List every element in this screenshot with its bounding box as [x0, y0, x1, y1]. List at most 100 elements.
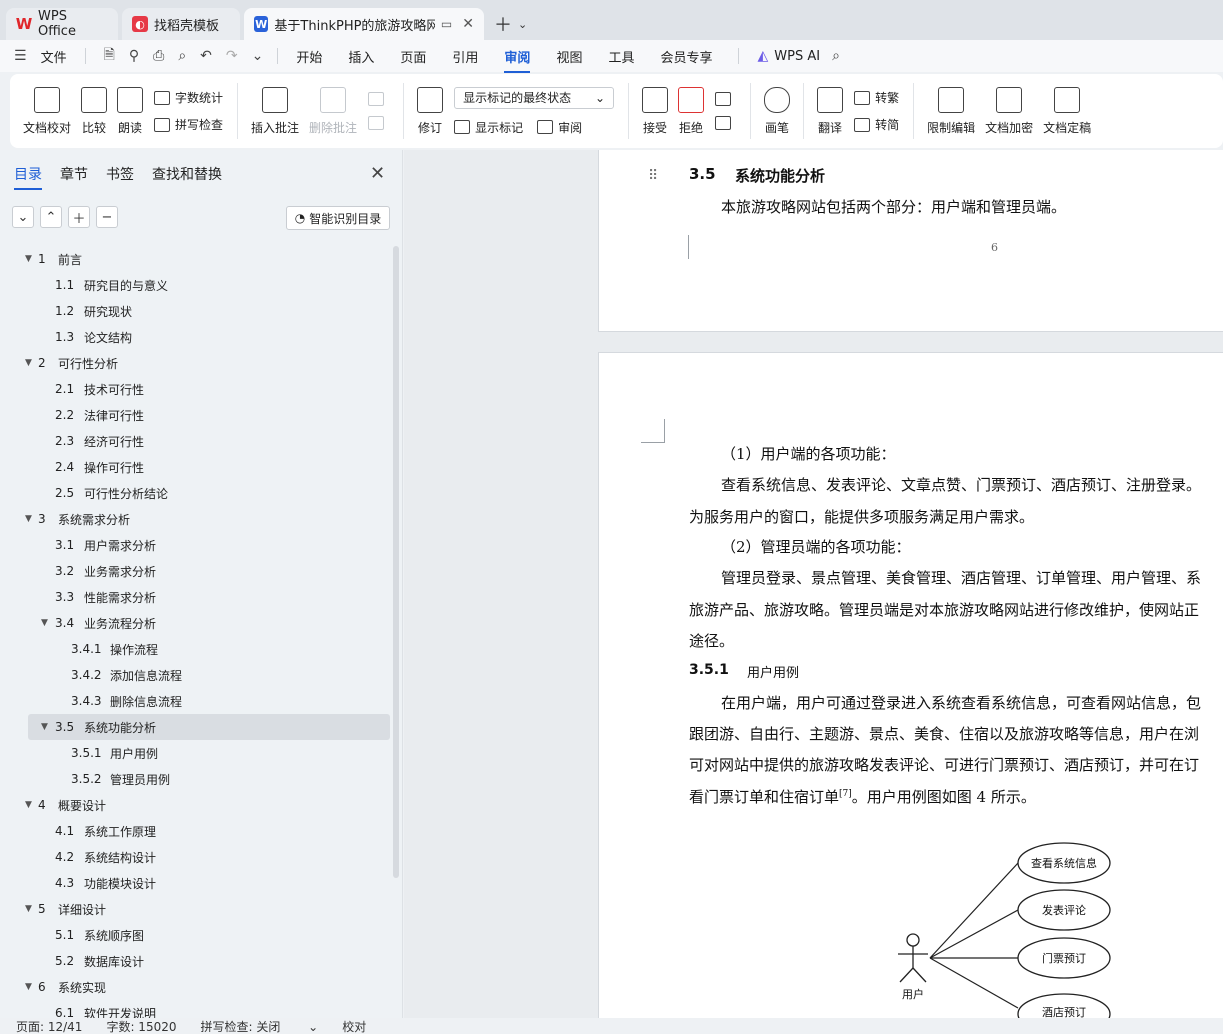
hamburger-icon[interactable]: ☰ — [14, 48, 27, 64]
revise-button[interactable]: 修订 — [417, 86, 444, 136]
toc-scrollbar[interactable] — [393, 246, 399, 878]
doc-check-button[interactable]: 文档校对 — [23, 86, 71, 136]
toc-item[interactable]: ▼ 2 可行性分析 — [0, 350, 392, 376]
toc-item[interactable]: ▼ 4 概要设计 — [0, 792, 392, 818]
menu-references[interactable]: 引用 — [452, 47, 478, 66]
toc-item[interactable]: ▼ 1 前言 — [0, 246, 392, 272]
undo-icon[interactable]: ↶ — [200, 48, 212, 64]
new-tab-button[interactable]: ＋ ⌄ — [494, 8, 527, 40]
to-traditional-button[interactable]: 转繁 — [854, 89, 899, 106]
translate-button[interactable]: 翻译 — [817, 86, 844, 136]
next-comment-button[interactable] — [368, 116, 389, 130]
toc-item[interactable]: 4.2 系统结构设计 — [0, 844, 392, 870]
toc-item[interactable]: 2.1 技术可行性 — [0, 376, 392, 402]
compare-button[interactable]: 比较 — [81, 86, 108, 136]
search-icon[interactable]: ⌕ — [832, 48, 840, 64]
spell-check-indicator[interactable]: 拼写检查: 关闭 ⌄ — [201, 1018, 319, 1034]
menu-page[interactable]: 页面 — [400, 47, 426, 66]
toc-item[interactable]: 3.1 用户需求分析 — [0, 532, 392, 558]
chevron-down-icon[interactable]: ⌄ — [252, 48, 264, 64]
collapse-triangle-icon[interactable]: ▼ — [25, 358, 32, 368]
toc-item[interactable]: 2.5 可行性分析结论 — [0, 480, 392, 506]
print-icon[interactable]: ⎙ — [153, 48, 164, 64]
toc-item[interactable]: 3.4.2 添加信息流程 — [0, 662, 392, 688]
toc-item[interactable]: 2.4 操作可行性 — [0, 454, 392, 480]
toc-item[interactable]: 1.2 研究现状 — [0, 298, 392, 324]
menu-home[interactable]: 开始 — [296, 47, 322, 66]
tab-toc[interactable]: 目录 — [14, 164, 42, 190]
delete-comment-button[interactable]: 删除批注 — [309, 86, 357, 136]
add-level-button[interactable]: ＋ — [68, 206, 90, 228]
show-markup-button[interactable]: 显示标记 — [454, 119, 523, 136]
finalize-button[interactable]: 文档定稿 — [1043, 86, 1091, 136]
citation-ref[interactable]: [7] — [839, 789, 852, 799]
menu-review[interactable]: 审阅 — [504, 47, 531, 73]
expand-down-button[interactable]: ⌄ — [12, 206, 34, 228]
prev-comment-button[interactable] — [368, 92, 389, 106]
reject-button[interactable]: 拒绝 — [678, 86, 705, 136]
pen-button[interactable]: 画笔 — [764, 86, 791, 136]
word-count-button[interactable]: 字数统计 — [154, 89, 223, 106]
menu-insert[interactable]: 插入 — [348, 47, 374, 66]
toc-item[interactable]: 2.3 经济可行性 — [0, 428, 392, 454]
toc-item[interactable]: ▼ 3 系统需求分析 — [0, 506, 392, 532]
collapse-triangle-icon[interactable]: ▼ — [25, 254, 32, 264]
next-change-button[interactable] — [715, 116, 736, 130]
toc-item[interactable]: 5.2 数据库设计 — [0, 948, 392, 974]
toc-item[interactable]: 3.3 性能需求分析 — [0, 584, 392, 610]
toc-item[interactable]: 3.2 业务需求分析 — [0, 558, 392, 584]
collapse-triangle-icon[interactable]: ▼ — [25, 982, 32, 992]
proofread-indicator[interactable]: 校对 — [342, 1018, 366, 1034]
monitor-icon[interactable]: ▭ — [441, 17, 452, 31]
toc-item[interactable]: 4.1 系统工作原理 — [0, 818, 392, 844]
toc-item[interactable]: 3.5.1 用户用例 — [0, 740, 392, 766]
toc-item[interactable]: 3.4.3 删除信息流程 — [0, 688, 392, 714]
share-icon[interactable]: ⚲ — [129, 48, 139, 64]
tab-find-replace[interactable]: 查找和替换 — [152, 164, 222, 184]
markup-select[interactable]: 显示标记的最终状态 ⌄ — [454, 86, 615, 109]
to-simplified-button[interactable]: 转简 — [854, 116, 899, 133]
toc-item[interactable]: ▼ 3.4 业务流程分析 — [0, 610, 392, 636]
menu-member[interactable]: 会员专享 — [660, 47, 712, 66]
toc-item[interactable]: ▼ 3.5 系统功能分析 — [28, 714, 390, 740]
tab-template[interactable]: ◐ 找稻壳模板 — [122, 8, 240, 40]
toc-item[interactable]: 4.3 功能模块设计 — [0, 870, 392, 896]
menu-wps-ai[interactable]: WPS AI — [774, 49, 820, 64]
menu-view[interactable]: 视图 — [556, 47, 582, 66]
toc-item[interactable]: 3.4.1 操作流程 — [0, 636, 392, 662]
toc-item[interactable]: 1.1 研究目的与意义 — [0, 272, 392, 298]
insert-comment-button[interactable]: 插入批注 — [251, 86, 299, 136]
prev-change-button[interactable] — [715, 92, 736, 106]
tab-bookmarks[interactable]: 书签 — [106, 164, 134, 184]
tab-wps-office[interactable]: W WPS Office — [6, 8, 118, 40]
tab-chapters[interactable]: 章节 — [60, 164, 88, 184]
close-icon[interactable]: ✕ — [370, 163, 385, 184]
accept-button[interactable]: 接受 — [642, 86, 669, 136]
spell-check-button[interactable]: 拼写检查 — [154, 116, 223, 133]
close-icon[interactable]: ✕ — [462, 16, 474, 32]
collapse-triangle-icon[interactable]: ▼ — [25, 904, 32, 914]
toc-item[interactable]: ▼ 6 系统实现 — [0, 974, 392, 1000]
collapse-triangle-icon[interactable]: ▼ — [41, 722, 48, 732]
preview-icon[interactable]: ⌕ — [178, 48, 186, 64]
menu-tools[interactable]: 工具 — [608, 47, 634, 66]
smart-toc-button[interactable]: ◔ 智能识别目录 — [286, 206, 390, 230]
read-aloud-button[interactable]: 朗读 — [117, 86, 144, 136]
chevron-down-icon[interactable]: ⌄ — [518, 18, 527, 31]
toc-item[interactable]: ▼ 5 详细设计 — [0, 896, 392, 922]
redo-icon[interactable]: ↷ — [226, 48, 238, 64]
restrict-edit-button[interactable]: 限制编辑 — [927, 86, 975, 136]
word-count-indicator[interactable]: 字数: 15020 — [106, 1018, 176, 1034]
tab-document[interactable]: W 基于ThinkPHP的旅游攻略网站 ▭ ✕ — [244, 8, 484, 40]
collapse-triangle-icon[interactable]: ▼ — [41, 618, 48, 628]
drag-handle-icon[interactable]: ⠿ — [648, 168, 658, 184]
toc-item[interactable]: 3.5.2 管理员用例 — [0, 766, 392, 792]
review-pane-button[interactable]: 审阅 — [537, 119, 582, 136]
encrypt-button[interactable]: 文档加密 — [985, 86, 1033, 136]
toc-item[interactable]: 2.2 法律可行性 — [0, 402, 392, 428]
collapse-triangle-icon[interactable]: ▼ — [25, 514, 32, 524]
toc-item[interactable]: 1.3 论文结构 — [0, 324, 392, 350]
remove-level-button[interactable]: − — [96, 206, 118, 228]
menu-file[interactable]: 文件 — [41, 47, 67, 66]
page-indicator[interactable]: 页面: 12/41 — [16, 1018, 82, 1034]
